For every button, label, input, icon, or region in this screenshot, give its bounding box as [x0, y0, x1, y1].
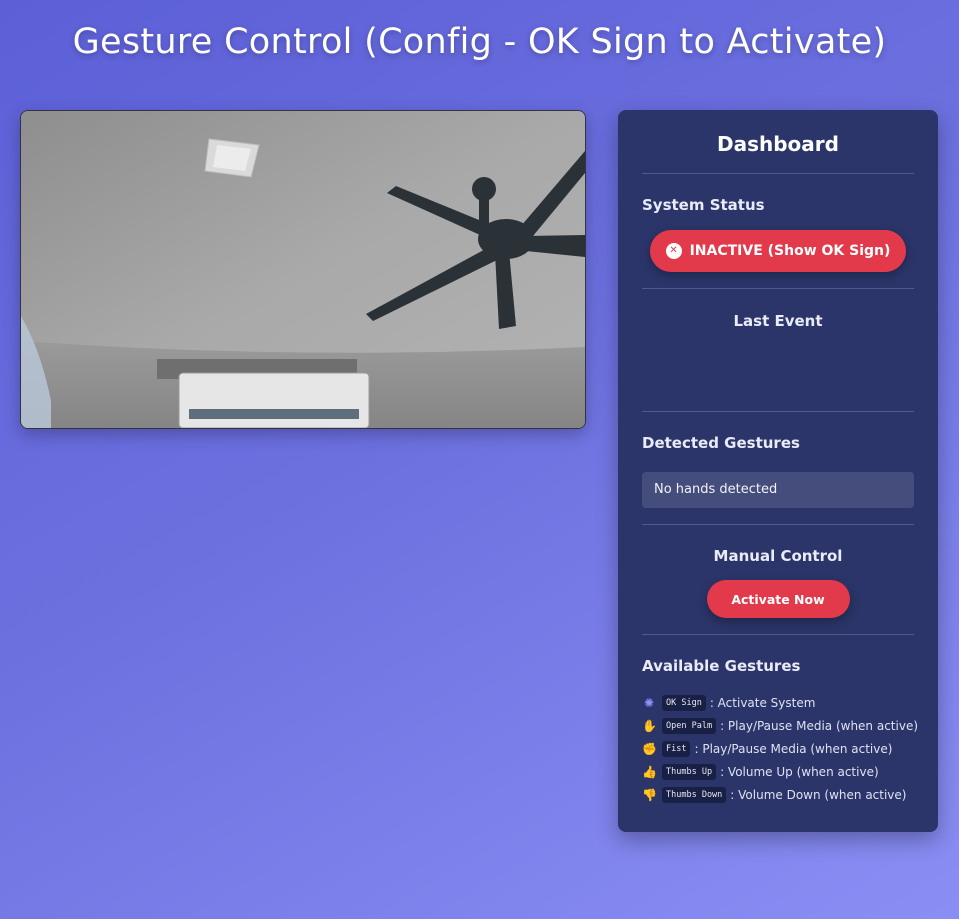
page-title: Gesture Control (Config - OK Sign to Act…	[72, 22, 887, 62]
available-gestures-section: Available Gestures ✺ OK Sign : Activate …	[642, 635, 918, 806]
gesture-item-open-palm: ✋ Open Palm : Play/Pause Media (when act…	[642, 714, 918, 737]
gesture-desc: : Play/Pause Media (when active)	[694, 741, 893, 756]
last-event-heading: Last Event	[733, 312, 823, 330]
gesture-item-thumbs-down: 👎 Thumbs Down : Volume Down (when active…	[642, 783, 914, 806]
gesture-code: Open Palm	[662, 717, 717, 734]
x-circle-icon: ✕	[665, 243, 682, 259]
camera-image	[21, 111, 585, 428]
thumbs-down-icon: 👎	[642, 787, 657, 802]
manual-control-heading: Manual Control	[713, 547, 843, 565]
gesture-desc: : Play/Pause Media (when active)	[720, 718, 919, 733]
gesture-code: Fist	[662, 740, 691, 757]
gesture-item-thumbs-up: 👍 Thumbs Up : Volume Up (when active)	[642, 760, 914, 783]
detected-gestures-value: No hands detected	[642, 472, 914, 508]
gesture-item-ok-sign: ✺ OK Sign : Activate System	[642, 691, 914, 714]
gesture-desc: : Activate System	[709, 695, 816, 710]
dashboard-title: Dashboard	[717, 132, 839, 156]
available-gestures-heading: Available Gestures	[642, 657, 801, 675]
detected-gestures-section: Detected Gestures No hands detected	[642, 412, 914, 524]
manual-control-section: Manual Control Activate Now	[642, 525, 914, 634]
gesture-code: Thumbs Down	[662, 786, 727, 803]
ok-sign-icon: ✺	[643, 695, 655, 710]
last-event-section: Last Event	[642, 289, 914, 411]
activate-now-button[interactable]: Activate Now	[706, 580, 850, 618]
open-palm-icon: ✋	[642, 718, 657, 733]
gesture-desc: : Volume Down (when active)	[730, 787, 907, 802]
gesture-list: ✺ OK Sign : Activate System ✋ Open Palm …	[642, 691, 918, 806]
dashboard-panel: Dashboard System Status ✕ INACTIVE (Show…	[618, 110, 938, 832]
system-status-heading: System Status	[642, 196, 765, 214]
gesture-desc: : Volume Up (when active)	[720, 764, 879, 779]
thumbs-up-icon: 👍	[642, 764, 657, 779]
system-status-section: System Status ✕ INACTIVE (Show OK Sign)	[642, 174, 914, 288]
status-badge-label: INACTIVE (Show OK Sign)	[689, 243, 891, 259]
gesture-code: Thumbs Up	[662, 763, 717, 780]
gesture-item-fist: ✊ Fist : Play/Pause Media (when active)	[642, 737, 914, 760]
fist-icon: ✊	[642, 741, 657, 756]
status-badge: ✕ INACTIVE (Show OK Sign)	[650, 230, 906, 272]
detected-gestures-heading: Detected Gestures	[642, 434, 800, 452]
gesture-code: OK Sign	[662, 694, 706, 711]
camera-feed	[20, 110, 586, 429]
